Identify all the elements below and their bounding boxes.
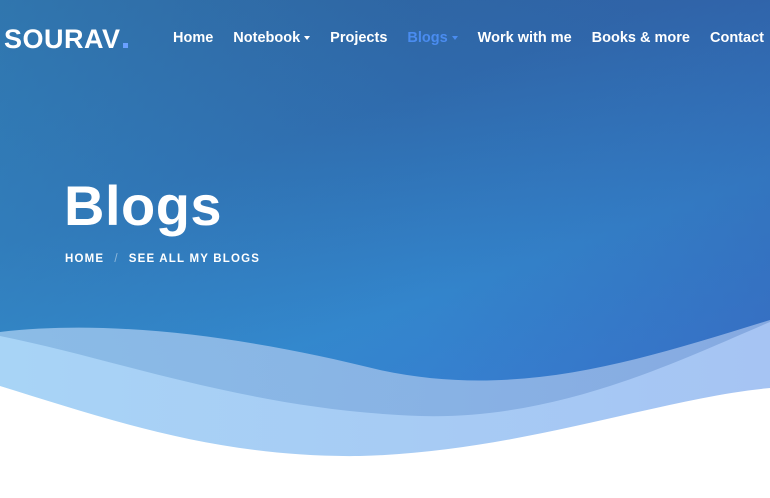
nav-item-blogs[interactable]: Blogs: [407, 28, 458, 48]
nav-item-notebook[interactable]: Notebook: [233, 28, 311, 48]
nav-item-label: Contact: [709, 30, 764, 46]
nav-item-label: Home: [173, 30, 214, 46]
nav-item-label: Books & more: [591, 30, 690, 46]
brand-dot-icon: [122, 43, 128, 48]
hero-section: SOURAV Home Notebook Projects Blogs Work…: [0, 0, 770, 498]
navbar: SOURAV Home Notebook Projects Blogs Work…: [0, 0, 770, 76]
nav-item-label: Work with me: [477, 30, 572, 46]
nav-item-label: Blogs: [407, 30, 448, 46]
brand-logo[interactable]: SOURAV: [4, 24, 128, 54]
brand-name: SOURAV: [4, 24, 121, 54]
nav-item-work-with-me[interactable]: Work with me: [478, 28, 572, 48]
breadcrumb-separator: /: [114, 253, 119, 265]
breadcrumb: HOME / SEE ALL MY BLOGS: [65, 253, 260, 265]
chevron-down-icon: [451, 36, 458, 40]
nav-item-projects[interactable]: Projects: [330, 28, 387, 48]
page-title: Blogs: [64, 174, 223, 237]
nav-item-label: Projects: [330, 30, 388, 46]
chevron-down-icon: [304, 36, 311, 40]
nav-item-home[interactable]: Home: [173, 28, 213, 48]
breadcrumb-current: SEE ALL MY BLOGS: [128, 253, 261, 265]
nav-item-label: Notebook: [233, 30, 301, 46]
nav-item-contact[interactable]: Contact: [710, 28, 764, 48]
wave-decoration: [0, 320, 770, 498]
breadcrumb-home-link[interactable]: HOME: [65, 253, 104, 265]
nav-item-books-and-more[interactable]: Books & more: [592, 28, 690, 48]
nav-menu: Home Notebook Projects Blogs Work with m…: [173, 28, 764, 48]
